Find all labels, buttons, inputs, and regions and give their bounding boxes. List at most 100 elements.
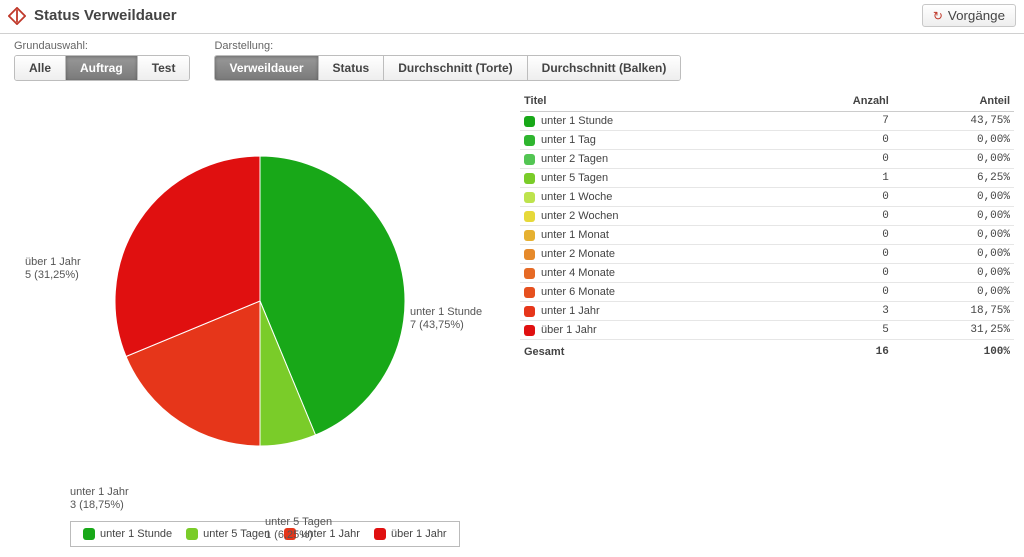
legend-item: unter 5 Tagen bbox=[186, 528, 270, 540]
vorgaenge-label: Vorgänge bbox=[948, 8, 1005, 23]
row-count: 0 bbox=[781, 131, 893, 150]
row-label: über 1 Jahr bbox=[541, 324, 597, 336]
row-pct: 18,75% bbox=[893, 302, 1014, 321]
legend-item: über 1 Jahr bbox=[374, 528, 447, 540]
row-label: unter 2 Wochen bbox=[541, 210, 618, 222]
row-pct: 0,00% bbox=[893, 264, 1014, 283]
main-content: unter 1 Stunde7 (43,75%) unter 5 Tagen1 (… bbox=[0, 91, 1024, 557]
pie-chart: unter 1 Stunde7 (43,75%)unter 5 Tagen1 (… bbox=[10, 91, 510, 511]
darstellung-label: Darstellung: bbox=[214, 40, 681, 52]
table-row: unter 4 Monate 00,00% bbox=[520, 264, 1014, 283]
row-count: 0 bbox=[781, 264, 893, 283]
row-label: unter 1 Woche bbox=[541, 191, 612, 203]
row-swatch bbox=[524, 211, 535, 222]
darstellung-btn-durchschnitt-torte-[interactable]: Durchschnitt (Torte) bbox=[384, 56, 527, 80]
row-pct: 0,00% bbox=[893, 188, 1014, 207]
table-total-row: Gesamt16100% bbox=[520, 340, 1014, 362]
row-count: 0 bbox=[781, 226, 893, 245]
legend-label: über 1 Jahr bbox=[391, 528, 447, 540]
logo-icon bbox=[8, 7, 26, 25]
table-row: unter 6 Monate 00,00% bbox=[520, 283, 1014, 302]
pie-svg bbox=[110, 121, 410, 481]
grundauswahl-btn-alle[interactable]: Alle bbox=[15, 56, 66, 80]
th-anzahl: Anzahl bbox=[781, 91, 893, 112]
data-table: Titel Anzahl Anteil unter 1 Stunde 743,75… bbox=[520, 91, 1014, 361]
row-count: 0 bbox=[781, 283, 893, 302]
darstellung-btn-verweildauer[interactable]: Verweildauer bbox=[215, 56, 318, 80]
page-header: Status Verweildauer ↻ Vorgänge bbox=[0, 0, 1024, 34]
legend-swatch bbox=[374, 528, 386, 540]
pie-label: über 1 Jahr5 (31,25%) bbox=[25, 256, 81, 282]
table-row: unter 1 Monat 00,00% bbox=[520, 226, 1014, 245]
page-title: Status Verweildauer bbox=[34, 7, 177, 24]
row-pct: 0,00% bbox=[893, 283, 1014, 302]
table-header-row: Titel Anzahl Anteil bbox=[520, 91, 1014, 112]
grundauswahl-label: Grundauswahl: bbox=[14, 40, 190, 52]
th-anteil: Anteil bbox=[893, 91, 1014, 112]
pie-label: unter 5 Tagen1 (6,25%) bbox=[265, 516, 332, 542]
darstellung-buttons: VerweildauerStatusDurchschnitt (Torte)Du… bbox=[214, 55, 681, 81]
legend-swatch bbox=[83, 528, 95, 540]
row-swatch bbox=[524, 154, 535, 165]
row-label: unter 1 Tag bbox=[541, 134, 596, 146]
row-pct: 0,00% bbox=[893, 150, 1014, 169]
grundauswahl-btn-test[interactable]: Test bbox=[138, 56, 190, 80]
total-count: 16 bbox=[781, 340, 893, 362]
row-swatch bbox=[524, 230, 535, 241]
row-label: unter 2 Monate bbox=[541, 248, 615, 260]
table-row: unter 1 Tag 00,00% bbox=[520, 131, 1014, 150]
row-label: unter 1 Jahr bbox=[541, 305, 600, 317]
filter-group-grundauswahl: Grundauswahl: AlleAuftragTest bbox=[14, 40, 190, 81]
table-row: unter 5 Tagen 16,25% bbox=[520, 169, 1014, 188]
table-row: unter 2 Tagen 00,00% bbox=[520, 150, 1014, 169]
total-pct: 100% bbox=[893, 340, 1014, 362]
chart-column: unter 1 Stunde7 (43,75%) unter 5 Tagen1 (… bbox=[0, 91, 520, 547]
row-swatch bbox=[524, 249, 535, 260]
row-swatch bbox=[524, 173, 535, 184]
row-label: unter 6 Monate bbox=[541, 286, 615, 298]
row-count: 3 bbox=[781, 302, 893, 321]
row-count: 5 bbox=[781, 321, 893, 340]
darstellung-btn-status[interactable]: Status bbox=[319, 56, 385, 80]
total-label: Gesamt bbox=[520, 340, 781, 362]
row-swatch bbox=[524, 268, 535, 279]
row-count: 0 bbox=[781, 245, 893, 264]
row-swatch bbox=[524, 306, 535, 317]
darstellung-btn-durchschnitt-balken-[interactable]: Durchschnitt (Balken) bbox=[528, 56, 681, 80]
row-count: 7 bbox=[781, 112, 893, 131]
row-count: 1 bbox=[781, 169, 893, 188]
table-row: unter 1 Jahr 318,75% bbox=[520, 302, 1014, 321]
table-row: über 1 Jahr531,25% bbox=[520, 321, 1014, 340]
table-row: unter 1 Stunde 743,75% bbox=[520, 112, 1014, 131]
filter-group-darstellung: Darstellung: VerweildauerStatusDurchschn… bbox=[214, 40, 681, 81]
pie-label: unter 1 Stunde7 (43,75%) bbox=[410, 306, 482, 332]
row-pct: 0,00% bbox=[893, 131, 1014, 150]
row-pct: 0,00% bbox=[893, 226, 1014, 245]
legend-label: unter 1 Stunde bbox=[100, 528, 172, 540]
row-swatch bbox=[524, 135, 535, 146]
grundauswahl-btn-auftrag[interactable]: Auftrag bbox=[66, 56, 138, 80]
row-pct: 6,25% bbox=[893, 169, 1014, 188]
table-row: unter 2 Wochen 00,00% bbox=[520, 207, 1014, 226]
row-swatch bbox=[524, 325, 535, 336]
row-count: 0 bbox=[781, 188, 893, 207]
row-count: 0 bbox=[781, 150, 893, 169]
row-count: 0 bbox=[781, 207, 893, 226]
row-swatch bbox=[524, 116, 535, 127]
row-swatch bbox=[524, 192, 535, 203]
header-left: Status Verweildauer bbox=[8, 7, 177, 25]
table-row: unter 1 Woche 00,00% bbox=[520, 188, 1014, 207]
row-label: unter 5 Tagen bbox=[541, 172, 608, 184]
row-swatch bbox=[524, 287, 535, 298]
table-column: Titel Anzahl Anteil unter 1 Stunde 743,75… bbox=[520, 91, 1024, 547]
row-pct: 0,00% bbox=[893, 207, 1014, 226]
row-label: unter 1 Monat bbox=[541, 229, 609, 241]
row-label: unter 1 Stunde bbox=[541, 115, 613, 127]
table-row: unter 2 Monate00,00% bbox=[520, 245, 1014, 264]
refresh-icon: ↻ bbox=[933, 9, 943, 23]
row-pct: 43,75% bbox=[893, 112, 1014, 131]
vorgaenge-button[interactable]: ↻ Vorgänge bbox=[922, 4, 1016, 27]
filter-row: Grundauswahl: AlleAuftragTest Darstellun… bbox=[0, 34, 1024, 91]
row-label: unter 2 Tagen bbox=[541, 153, 608, 165]
row-label: unter 4 Monate bbox=[541, 267, 615, 279]
